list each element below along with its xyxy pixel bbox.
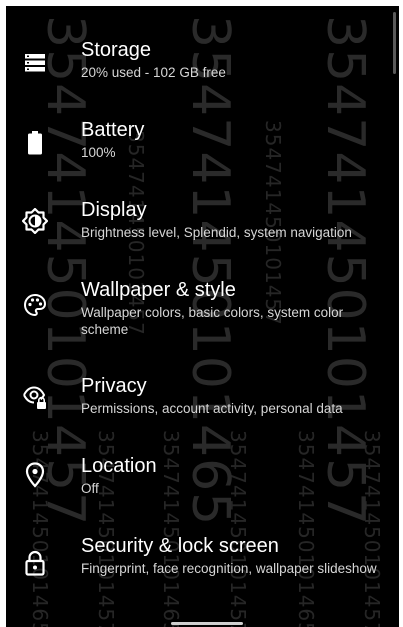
item-subtitle: Permissions, account activity, personal … <box>81 401 343 416</box>
top-border <box>0 0 403 6</box>
settings-item-wallpaper-style[interactable]: Wallpaper & style Wallpaper colors, basi… <box>6 278 399 350</box>
scrollbar[interactable] <box>393 12 396 74</box>
display-icon <box>22 208 48 234</box>
item-subtitle: 20% used - 102 GB free <box>81 65 226 80</box>
privacy-eye-lock-icon <box>22 384 48 410</box>
item-subtitle: Fingerprint, face recognition, wallpaper… <box>81 561 377 576</box>
home-indicator[interactable] <box>171 622 243 625</box>
settings-item-battery[interactable]: Battery 100% <box>6 118 399 178</box>
item-title: Storage <box>81 39 152 61</box>
item-title: Battery <box>81 119 145 141</box>
settings-item-display[interactable]: Display Brightness level, Splendid, syst… <box>6 198 399 258</box>
item-subtitle: Brightness level, Splendid, system navig… <box>81 225 352 240</box>
battery-icon <box>22 130 48 156</box>
palette-icon <box>22 292 48 318</box>
left-border <box>0 0 6 627</box>
right-border <box>399 0 403 627</box>
settings-item-security-lock-screen[interactable]: Security & lock screen Fingerprint, face… <box>6 534 399 606</box>
settings-item-privacy[interactable]: Privacy Permissions, account activity, p… <box>6 374 399 434</box>
item-subtitle: Wallpaper colors, basic colors, system c… <box>81 305 344 337</box>
location-pin-icon <box>22 462 48 488</box>
settings-item-location[interactable]: Location Off <box>6 454 399 514</box>
item-title: Security & lock screen <box>81 535 279 557</box>
settings-item-storage[interactable]: Storage 20% used - 102 GB free <box>6 38 399 98</box>
item-subtitle: Off <box>81 481 99 496</box>
item-title: Location <box>81 455 157 477</box>
item-title: Privacy <box>81 375 147 397</box>
item-subtitle: 100% <box>81 145 116 160</box>
item-title: Wallpaper & style <box>81 279 236 301</box>
storage-icon <box>22 50 48 76</box>
lock-icon <box>22 550 48 576</box>
settings-screen: 354741450101457 354741450101465 35474145… <box>0 0 403 627</box>
item-title: Display <box>81 199 147 221</box>
